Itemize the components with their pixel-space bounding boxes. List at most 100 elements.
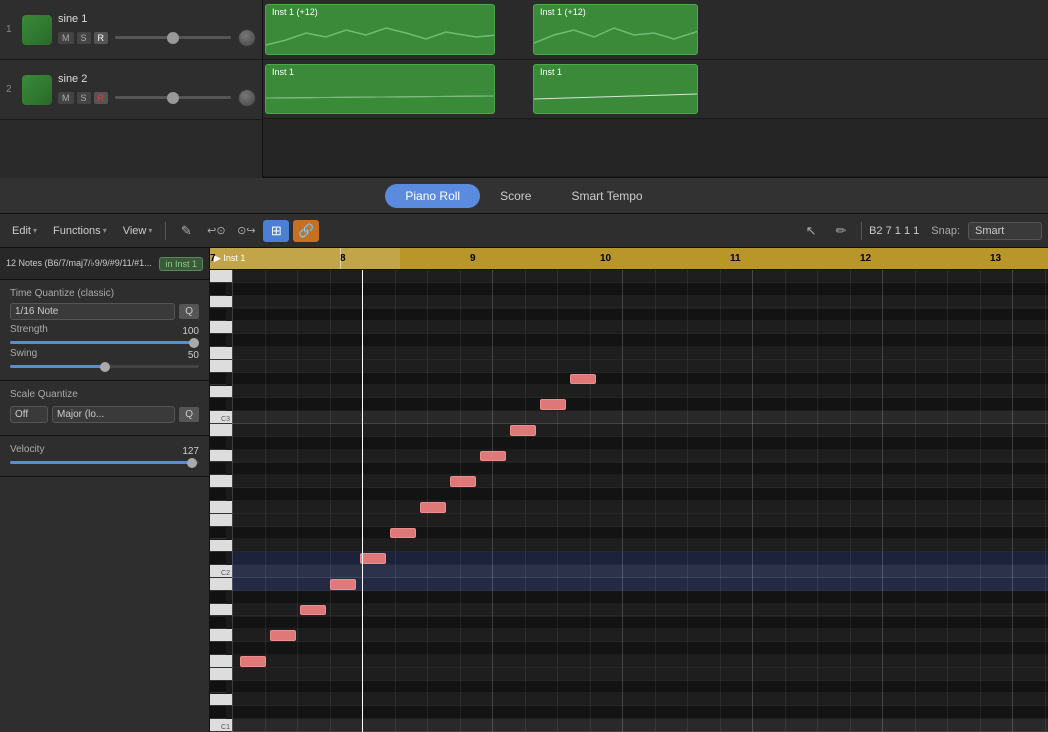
tool-select[interactable]: ⊞ — [263, 220, 289, 242]
view-label: View — [123, 225, 147, 237]
piano-note[interactable] — [540, 399, 566, 410]
track-row-1: 1 sine 1 M S R — [0, 0, 262, 60]
view-chevron-icon: ▾ — [148, 226, 152, 235]
piano-note[interactable] — [450, 476, 476, 487]
functions-menu-button[interactable]: Functions ▾ — [47, 222, 113, 240]
toolbar-divider-1 — [165, 222, 166, 240]
track-mute-1[interactable]: M — [58, 32, 74, 44]
piano-note[interactable] — [420, 502, 446, 513]
track-knob-2[interactable] — [238, 89, 256, 107]
edit-menu-button[interactable]: Edit ▾ — [6, 222, 43, 240]
tool-draw-mode[interactable]: ✏ — [828, 220, 854, 242]
clip-label-1b: Inst 1 (+12) — [536, 6, 590, 18]
track-clip-2a[interactable]: Inst 1 — [265, 64, 495, 115]
scale-q-button[interactable]: Q — [179, 407, 199, 422]
view-menu-button[interactable]: View ▾ — [117, 222, 159, 240]
piano-note[interactable] — [570, 374, 596, 385]
track-clip-1a[interactable]: Inst 1 (+12) — [265, 4, 495, 55]
tool-link[interactable]: 🔗 — [293, 220, 319, 242]
velocity-section: Velocity 127 — [0, 436, 209, 477]
track-icon-1 — [22, 15, 52, 45]
snap-select[interactable]: Smart 1/4 Note 1/8 Note 1/16 Note — [968, 222, 1042, 240]
tool-undo-step[interactable]: ↩⊙ — [203, 220, 229, 242]
tool-pointer[interactable]: ↖ — [798, 220, 824, 242]
piano-note[interactable] — [480, 451, 506, 462]
position-display: B2 7 1 1 1 — [869, 225, 919, 237]
velocity-slider[interactable] — [10, 461, 199, 464]
playhead-timeline — [340, 248, 341, 269]
strength-value: 100 — [182, 326, 199, 337]
strength-label: Strength — [10, 324, 48, 335]
strength-slider[interactable] — [10, 341, 199, 344]
tool-redo-step[interactable]: ⊙↪ — [233, 220, 259, 242]
piano-and-grid: C3C2C1 C3C2C1 — [210, 270, 1048, 732]
track-clip-2b[interactable]: Inst 1 — [533, 64, 698, 115]
functions-label: Functions — [53, 225, 101, 237]
piano-note[interactable] — [390, 528, 416, 539]
piano-note[interactable] — [270, 630, 296, 641]
left-panel: 12 Notes (B6/7/maj7/♭9/9/#9/11/#1... in … — [0, 248, 210, 732]
region-text: ▶ Inst 1 — [214, 253, 245, 264]
track-solo-2[interactable]: S — [77, 92, 91, 104]
velocity-value: 127 — [182, 446, 199, 457]
track-icon-2 — [22, 75, 52, 105]
track-number-1: 1 — [6, 24, 16, 35]
track-controls-2: sine 2 M S R — [58, 73, 256, 107]
scale-quantize-row: Off On Major (lo... Minor Pentatonic Q — [10, 406, 199, 423]
track-record-2[interactable]: R — [94, 92, 109, 104]
marker-11: 11 — [730, 253, 741, 264]
mode-tabs-bar: Piano Roll Score Smart Tempo — [0, 178, 1048, 214]
region-indicator: ▶ Inst 1 — [210, 248, 400, 269]
track-solo-1[interactable]: S — [77, 32, 91, 44]
scale-major-select[interactable]: Major (lo... Minor Pentatonic — [52, 406, 175, 423]
note-grid[interactable]: C3C2C1 — [232, 270, 1048, 732]
quantize-row: 1/16 Note 1/8 Note 1/4 Note Q — [10, 303, 199, 320]
swing-slider[interactable] — [10, 365, 199, 368]
tab-score[interactable]: Score — [480, 184, 551, 208]
swing-value: 50 — [188, 350, 199, 361]
piano-note[interactable] — [300, 605, 326, 616]
piano-note[interactable] — [330, 579, 356, 590]
piano-note[interactable] — [510, 425, 536, 436]
velocity-label: Velocity — [10, 444, 44, 455]
marker-7: 7 — [210, 253, 216, 264]
piano-roll-container: ▶ Inst 1 7 8 9 10 11 12 13 C3C2C1 — [210, 248, 1048, 732]
region-in-label: in Inst 1 — [165, 259, 197, 269]
track-slider-2[interactable] — [115, 96, 231, 99]
timeline-bar: ▶ Inst 1 7 8 9 10 11 12 13 — [210, 248, 1048, 270]
track-mute-2[interactable]: M — [58, 92, 74, 104]
note-count: 12 Notes (B6/7/maj7/♭9/9/#9/11/#1... — [6, 258, 153, 269]
edit-chevron-icon: ▾ — [33, 226, 37, 235]
track-record-1[interactable]: R — [94, 32, 109, 44]
track-slider-1[interactable] — [115, 36, 231, 39]
track-knob-1[interactable] — [238, 29, 256, 47]
strength-row: Strength 100 — [10, 324, 199, 339]
piano-note[interactable] — [360, 553, 386, 564]
scale-off-select[interactable]: Off On — [10, 406, 48, 423]
main-editor: 12 Notes (B6/7/maj7/♭9/9/#9/11/#1... in … — [0, 248, 1048, 732]
edit-label: Edit — [12, 225, 31, 237]
piano-note[interactable] — [240, 656, 266, 667]
marker-13: 13 — [990, 253, 1001, 264]
quantize-select[interactable]: 1/16 Note 1/8 Note 1/4 Note — [10, 303, 175, 320]
quantize-q-button[interactable]: Q — [179, 304, 199, 319]
marker-10: 10 — [600, 253, 611, 264]
scale-quantize-title: Scale Quantize — [10, 389, 199, 400]
tab-smart-tempo[interactable]: Smart Tempo — [551, 184, 662, 208]
piano-keys: C3C2C1 — [210, 270, 232, 732]
velocity-row: Velocity 127 — [10, 444, 199, 459]
playhead — [362, 270, 363, 732]
track-content-area: Inst 1 (+12) Inst 1 (+12) Inst 1 — [263, 0, 1048, 177]
toolbar-divider-2 — [861, 222, 862, 240]
clip-label-1a: Inst 1 (+12) — [268, 6, 322, 18]
tab-piano-roll[interactable]: Piano Roll — [385, 184, 480, 208]
track-row-2: 2 sine 2 M S R — [0, 60, 262, 120]
functions-chevron-icon: ▾ — [103, 226, 107, 235]
track-lane-2: Inst 1 Inst 1 — [263, 60, 1048, 120]
track-clip-1b[interactable]: Inst 1 (+12) — [533, 4, 698, 55]
tool-pencil[interactable]: ✎ — [173, 220, 199, 242]
swing-label: Swing — [10, 348, 37, 359]
track-lane-empty — [263, 119, 1048, 177]
track-number-2: 2 — [6, 84, 16, 95]
time-quantize-section: Time Quantize (classic) 1/16 Note 1/8 No… — [0, 280, 209, 381]
